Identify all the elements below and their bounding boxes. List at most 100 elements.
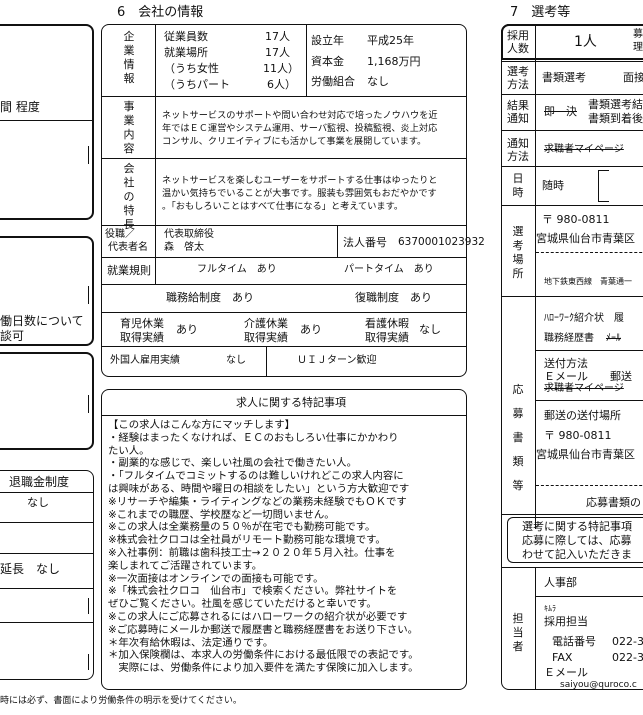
rep-title: 代表取締役	[164, 229, 214, 240]
retire-header: 退職金制度	[9, 475, 70, 489]
send-method-label: 送付方法	[544, 357, 588, 370]
contact-dept: 人事部	[544, 576, 577, 589]
degree-fragment: 間 程度	[0, 100, 40, 114]
hire-fragment-2: 理	[633, 42, 643, 53]
retire-value: なし	[27, 496, 49, 509]
hire-label-1: 採用	[507, 29, 529, 42]
rep-label-1: 役職／	[105, 229, 135, 240]
rep-label-2: 代表者名	[108, 242, 148, 253]
method-label-1: 選考	[507, 65, 529, 78]
special-line: は興味がある、時間や曜日の相談をしたい」という方大歓迎です	[108, 482, 410, 495]
special-line: ※ご応募時にメールか郵送で履歴書と職務経歴書をお送り下さい。	[108, 623, 419, 636]
founded-value: 平成25年	[367, 34, 414, 47]
special-line: ※これまでの職歴、学校歴など一切問いません。	[108, 508, 335, 521]
special-notes-title: 求人に関する特記事項	[236, 396, 346, 409]
special-line: ＊年次有給休暇は、法定通りです。	[108, 636, 274, 649]
result-line-1: 書類選考結	[588, 98, 643, 111]
extension-value: 延長 なし	[0, 562, 61, 576]
union-value: なし	[367, 75, 389, 88]
childcare-label-1: 育児休業	[120, 317, 164, 330]
special-line: ※株式会社クロコは全社員がリモート勤務可能な環境です。	[108, 534, 386, 547]
send-mypage-struck: 求職者マイページ	[544, 383, 624, 394]
special-line: ※この求人は全業務量の５０％が在宅でも勤務可能です。	[108, 521, 376, 534]
contact-fax-label: FAX	[552, 651, 573, 664]
stat-label-workplace: 就業場所	[164, 46, 208, 59]
rep-name: 森 啓太	[164, 242, 204, 253]
career-doc: 職務経歴書	[544, 333, 594, 344]
stat-value-parttime: 6人）	[267, 78, 296, 91]
stat-value-employees: 17人	[265, 30, 290, 43]
place-label: 選考場所	[512, 225, 524, 280]
selection-special-line-2: 応募に際しては、応募	[522, 534, 632, 547]
contact-tel-label: 電話番号	[552, 635, 596, 648]
result-immediate-struck: 即 決	[544, 105, 577, 118]
childcare-value: あり	[176, 323, 198, 336]
hw-referral: ﾊﾛｰﾜｰｸ紹介状 履	[544, 313, 624, 324]
hire-label-2: 人数	[507, 42, 529, 55]
founded-label: 設立年	[311, 34, 344, 47]
place-address: 宮城県仙台市青葉区	[536, 232, 635, 245]
foreign-label: 外国人雇用実績	[110, 355, 180, 366]
hire-fragment-1: 募	[633, 29, 643, 40]
contact-label: 担当者	[512, 612, 524, 653]
rules-label: 就業規則	[107, 264, 151, 277]
result-label-2: 通知	[507, 112, 529, 125]
left-block-1	[0, 24, 94, 220]
special-line: 【この求人はこんな方にマッチします】	[108, 419, 296, 431]
sick-label-2: 取得実績	[365, 331, 409, 344]
mail-address: 宮城県仙台市青葉区	[536, 448, 635, 461]
enterprise-info-label: 企業情報	[123, 30, 135, 85]
contact-fax: 022-3	[612, 651, 643, 664]
contact-tel: 022-3	[612, 635, 643, 648]
date-value: 随時	[542, 179, 564, 192]
special-line: 楽しまれてご活躍されています。	[108, 559, 263, 572]
method-label-2: 方法	[507, 78, 529, 91]
special-line: たい人。	[108, 444, 150, 457]
business-line-3: コンサル、クリエイティブにも活かして事業を展開しています。	[162, 136, 427, 147]
features-line-2: 温かい気持ちでいることが大事です。服装も雰囲気もおだやかです	[162, 188, 437, 199]
rules-parttime: パートタイム あり	[344, 264, 434, 275]
contact-kana: ｷﾑﾗ	[544, 604, 556, 613]
union-label: 労働組合	[311, 75, 355, 88]
mail-zip: 〒 980-0811	[544, 429, 612, 442]
method-value-2: 面接	[623, 71, 643, 84]
company-section-title: 6 会社の情報	[117, 5, 204, 20]
contact-person: 採用担当	[544, 615, 588, 628]
nursing-label-2: 取得実績	[244, 331, 288, 344]
date-label: 日時	[512, 172, 524, 199]
special-line: ※リサーチや編集・ライティングなどの業務未経験でもＯＫです	[108, 495, 407, 508]
special-line: ※この求人にご応募されるにはハローワークの紹介状が必要です	[108, 610, 408, 623]
corp-no-label: 法人番号	[343, 236, 387, 249]
hire-value: 1人	[574, 34, 597, 50]
special-line: ・経験はまったくなければ、ＥＣのおもしろい仕事にかかわり	[108, 431, 399, 444]
contact-email[interactable]: saiyou@quroco.c	[560, 681, 637, 690]
duties-system: 職務給制度 あり	[166, 291, 254, 304]
stat-label-female: （うち女性	[164, 62, 219, 75]
sick-label-1: 看護休暇	[365, 317, 409, 330]
nursing-value: あり	[300, 323, 322, 336]
special-line: ※入社事例：前職は歯科技工士→２０２０年５月入社。仕事を	[108, 546, 396, 559]
stat-value-workplace: 17人	[265, 46, 290, 59]
rules-fulltime: フルタイム あり	[197, 264, 277, 275]
stat-label-parttime: （うちパート	[164, 78, 230, 91]
uij-turn: ＵＩＪターン歓迎	[297, 355, 377, 366]
place-zip: 〒 980-0811	[542, 213, 610, 226]
capital-label: 資本金	[311, 55, 344, 68]
result-line-2: 書類到着後	[588, 112, 643, 125]
special-line: ・「フルタイムでコミットするのは難しいけれどこの求人内容に	[108, 470, 404, 483]
contact-email-label: Ｅメール	[544, 666, 588, 679]
place-station: 地下鉄東西線 青葉通一	[544, 277, 632, 286]
apply-docs-caption: 応募書類の	[586, 496, 641, 509]
notice-mypage-struck: 求職者マイページ	[544, 144, 624, 155]
business-line-2: 年ではＥＣ運営やシステム運用、サーバ監視、投稿監視、炎上対応	[162, 123, 438, 134]
special-notes-body: 【この求人はこんな方にマッチします】 ・経験はまったくなければ、ＥＣのおもしろい…	[108, 419, 464, 675]
selection-special-line-1: 選考に関する特記事項	[522, 520, 632, 533]
stat-value-female: 11人）	[263, 62, 299, 75]
business-line-1: ネットサービスのサポートや問い合わせ対応で培ったノウハウを近	[162, 110, 438, 121]
capital-value: 1,168万円	[367, 55, 421, 68]
special-line: ぜひご覧ください。社風を感じていただけると幸いです。	[108, 598, 377, 611]
features-line-1: ネットサービスを楽しむユーザーをサポートする仕事はゆったりと	[162, 175, 438, 186]
special-line: 実際には、労働条件により加入要件を満たす保険に加入します。	[108, 662, 419, 675]
date-bracket	[598, 170, 609, 202]
selection-section-title: 7 選考等	[510, 5, 571, 20]
